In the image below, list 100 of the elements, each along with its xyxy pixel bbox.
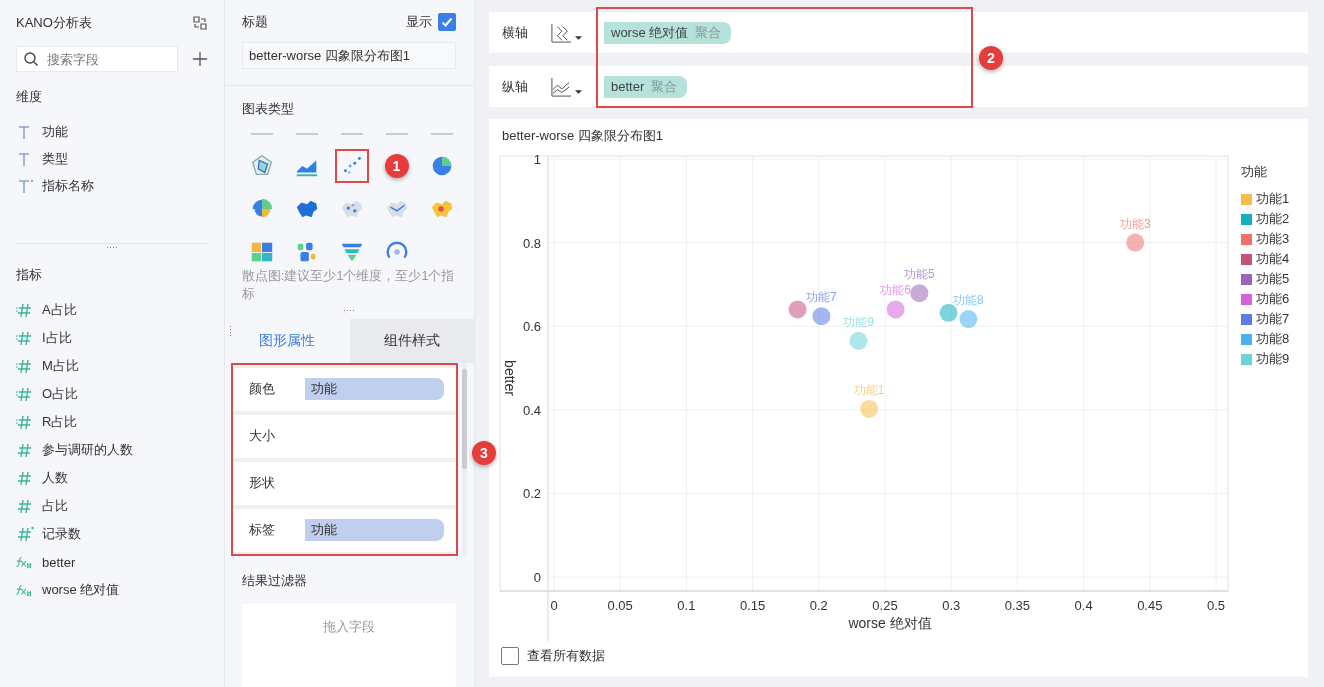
chart-title: better-worse 四象限分布图1: [501, 127, 665, 145]
legend-label[interactable]: 功能4: [1256, 250, 1290, 268]
data-label: 功能8: [953, 293, 984, 308]
property-row[interactable]: 形状: [233, 461, 456, 505]
field-label[interactable]: 记录数: [42, 525, 81, 543]
legend-label[interactable]: 功能8: [1256, 330, 1290, 348]
drop-zone-hint: 拖入字段: [323, 617, 375, 636]
ratio-icon: [16, 302, 34, 318]
data-point[interactable]: [959, 310, 978, 329]
x-tick-label: 0: [550, 598, 558, 613]
x-tick-label: 0.3: [942, 598, 961, 613]
show-checkbox[interactable]: [438, 13, 456, 31]
caret-icon: [575, 34, 582, 41]
field-pill[interactable]: worse 绝对值 聚合: [604, 21, 731, 44]
section-heading: 指标: [16, 266, 43, 284]
legend-label[interactable]: 功能3: [1256, 230, 1290, 248]
hash-icon: [16, 498, 34, 514]
legend-label[interactable]: 功能2: [1256, 210, 1290, 228]
data-label: 功能9: [843, 314, 874, 329]
formula-icon: [16, 582, 34, 598]
x-tick-label: 0.35: [1004, 598, 1031, 613]
formula-icon: [16, 554, 34, 570]
x-tick-label: 0.5: [1206, 598, 1226, 613]
field-label[interactable]: R占比: [42, 413, 78, 431]
field-label[interactable]: 占比: [42, 497, 68, 515]
field-pill[interactable]: better 聚合: [604, 75, 687, 98]
panel-tab[interactable]: 组件样式: [349, 318, 474, 363]
field-pill[interactable]: 功能: [305, 519, 444, 542]
search-field[interactable]: 搜索字段: [16, 46, 178, 72]
field-label[interactable]: 指标名称: [42, 176, 94, 195]
x-axis-title: worse 绝对值: [848, 615, 932, 631]
x-tick-label: 0.45: [1137, 598, 1163, 613]
legend-label[interactable]: 功能9: [1256, 350, 1290, 368]
y-tick-label: 0: [533, 570, 541, 585]
caret-icon: [575, 88, 582, 95]
property-row[interactable]: 标签 功能: [233, 508, 456, 552]
data-point[interactable]: [788, 300, 807, 319]
data-label: 功能5: [904, 267, 935, 282]
legend-title: 功能: [1241, 163, 1268, 181]
x-tick-label: 0.15: [739, 598, 766, 613]
section-heading: 维度: [16, 88, 43, 106]
y-tick-label: 1: [533, 152, 541, 167]
field-label[interactable]: 参与调研的人数: [42, 441, 133, 459]
scrollbar-thumb[interactable]: [462, 368, 467, 469]
field-label[interactable]: M占比: [42, 357, 79, 375]
annotation-badge: 3: [472, 440, 496, 465]
x-tick-label: 0.05: [607, 598, 633, 613]
axis-label: 纵轴: [502, 77, 529, 96]
resize-handle[interactable]: [106, 246, 118, 250]
property-row[interactable]: 颜色 功能: [233, 367, 456, 411]
legend-label[interactable]: 功能1: [1256, 190, 1290, 208]
x-tick-label: 0.25: [872, 598, 898, 613]
title-label: 标题: [242, 13, 268, 31]
ratio-icon: [16, 330, 34, 346]
field-label[interactable]: O占比: [42, 385, 79, 403]
property-label: 大小: [249, 427, 276, 446]
legend-label[interactable]: 功能5: [1256, 270, 1290, 288]
table-title: KANO分析表: [16, 14, 92, 32]
y-axis-title: better: [502, 360, 518, 396]
data-point[interactable]: [910, 284, 929, 303]
ratio-icon: [16, 414, 34, 430]
chart-type-button[interactable]: [334, 148, 369, 183]
chart-type-hint: 散点图:建议至少1个维度，至少1个指标: [242, 267, 456, 303]
hash-icon: [16, 442, 34, 458]
axis-label: 横轴: [502, 23, 529, 42]
text-star-icon: [16, 177, 34, 194]
legend-label[interactable]: 功能6: [1256, 290, 1290, 308]
data-label: 功能1: [853, 382, 885, 397]
property-label: 颜色: [249, 380, 276, 399]
x-tick-label: 0.1: [677, 598, 696, 613]
field-label[interactable]: A占比: [42, 301, 77, 319]
legend-label[interactable]: 功能7: [1256, 310, 1290, 328]
hash-icon: [16, 526, 34, 542]
hash-icon: [16, 470, 34, 486]
field-pill[interactable]: 功能: [305, 378, 444, 401]
field-label[interactable]: 功能: [42, 122, 68, 141]
y-tick-label: 0.4: [522, 402, 541, 418]
line-axis-icon: [550, 76, 572, 97]
field-label[interactable]: 人数: [42, 469, 68, 487]
property-label: 标签: [249, 521, 276, 540]
show-all-label: 查看所有数据: [527, 647, 605, 665]
switch-icon[interactable]: [192, 15, 208, 31]
x-tick-label: 0.2: [809, 598, 828, 613]
data-point[interactable]: [812, 307, 831, 326]
add-icon[interactable]: [192, 51, 208, 67]
field-label[interactable]: better: [42, 554, 76, 570]
data-point[interactable]: [1126, 233, 1145, 252]
field-label[interactable]: 类型: [42, 149, 68, 168]
y-tick-label: 0.6: [522, 319, 541, 335]
field-label[interactable]: worse 绝对值: [42, 581, 120, 599]
data-point[interactable]: [886, 300, 905, 319]
y-tick-label: 0.2: [522, 486, 541, 502]
show-all-checkbox[interactable]: [501, 647, 519, 665]
y-tick-label: 0.8: [522, 235, 541, 251]
property-label: 形状: [249, 474, 276, 493]
x-tick-label: 0.4: [1074, 598, 1093, 613]
section-heading: 图表类型: [242, 100, 295, 119]
title-input[interactable]: better-worse 四象限分布图1: [242, 42, 456, 70]
field-label[interactable]: I占比: [42, 329, 72, 347]
property-row[interactable]: 大小: [233, 414, 456, 458]
